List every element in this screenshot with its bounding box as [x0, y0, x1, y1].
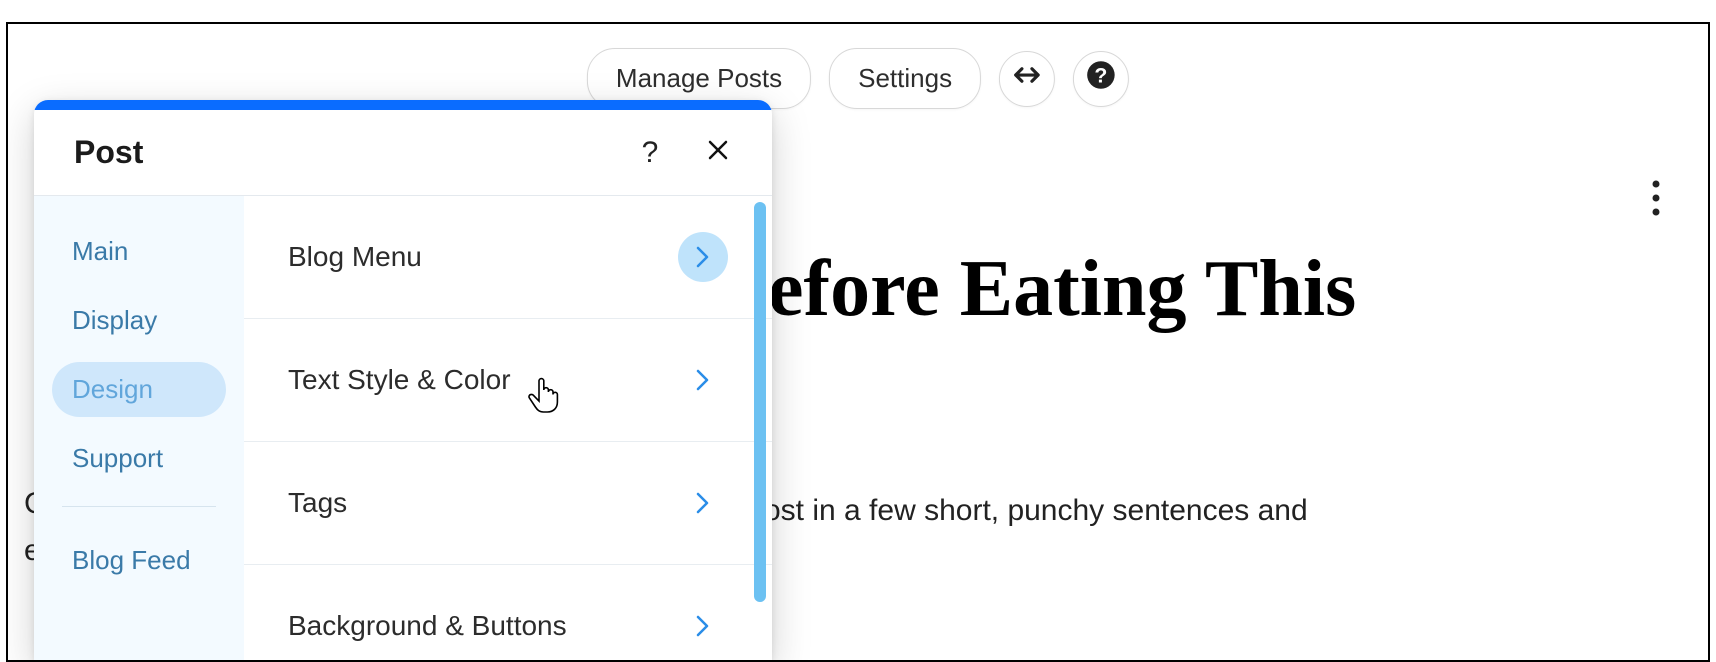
option-label: Tags: [288, 487, 678, 519]
sidebar-item-display[interactable]: Display: [52, 293, 226, 348]
question-icon: ?: [642, 136, 659, 170]
options-scrollbar[interactable]: [754, 202, 766, 660]
chevron-right-icon: [678, 232, 728, 282]
close-icon: [706, 136, 730, 170]
panel-body: Main Display Design Support Blog Feed Bl…: [34, 196, 772, 660]
more-options-button[interactable]: [1644, 172, 1668, 229]
post-body-snippet: ost in a few short, punchy sentences and: [764, 494, 1308, 528]
sidebar-item-main[interactable]: Main: [52, 224, 226, 279]
help-icon: ?: [1086, 60, 1116, 97]
scrollbar-thumb[interactable]: [754, 202, 766, 602]
kebab-icon: [1652, 203, 1660, 220]
svg-text:?: ?: [1095, 64, 1108, 88]
chevron-right-icon: [678, 355, 728, 405]
chevron-right-icon: [678, 601, 728, 651]
sidebar-item-design[interactable]: Design: [52, 362, 226, 417]
panel-accent-bar: [34, 100, 772, 110]
post-title: efore Eating This: [768, 244, 1356, 335]
option-background-buttons[interactable]: Background & Buttons: [244, 565, 772, 660]
option-label: Text Style & Color: [288, 364, 678, 396]
help-button[interactable]: ?: [1073, 51, 1129, 107]
page-frame: C e Manage Posts Settings ? efore Eating…: [6, 22, 1710, 662]
option-tags[interactable]: Tags: [244, 442, 772, 565]
panel-header: Post ?: [34, 110, 772, 196]
post-settings-panel: Post ? Main Display Design Support Blo: [34, 100, 772, 660]
panel-close-button[interactable]: [704, 139, 732, 167]
option-text-style-color[interactable]: Text Style & Color: [244, 319, 772, 442]
chevron-right-icon: [678, 478, 728, 528]
panel-sidebar: Main Display Design Support Blog Feed: [34, 196, 244, 660]
panel-title: Post: [74, 134, 636, 171]
panel-options: Blog Menu Text Style & Color Tags: [244, 196, 772, 660]
stretch-button[interactable]: [999, 51, 1055, 107]
option-label: Blog Menu: [288, 241, 678, 273]
sidebar-divider: [62, 506, 216, 507]
panel-help-button[interactable]: ?: [636, 139, 664, 167]
option-blog-menu[interactable]: Blog Menu: [244, 196, 772, 319]
option-label: Background & Buttons: [288, 610, 678, 642]
sidebar-item-blog-feed[interactable]: Blog Feed: [52, 533, 226, 588]
stretch-icon: [1012, 60, 1042, 97]
settings-button[interactable]: Settings: [829, 48, 981, 109]
sidebar-item-support[interactable]: Support: [52, 431, 226, 486]
